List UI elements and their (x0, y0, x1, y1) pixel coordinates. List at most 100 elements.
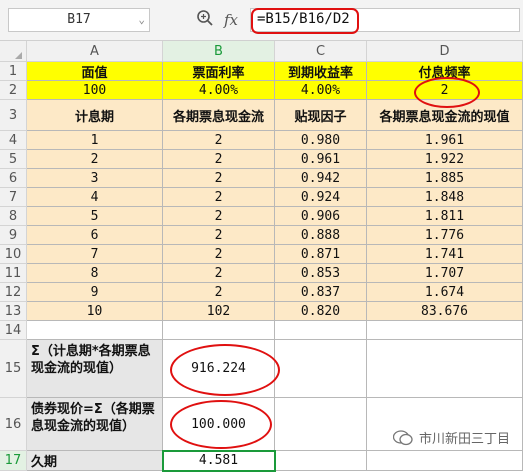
cell-r14-c1[interactable] (163, 321, 275, 340)
row-header-17[interactable]: 17 (0, 451, 27, 471)
cell-r13-c0[interactable]: 10 (27, 302, 163, 321)
column-header-a-text: A (90, 43, 99, 59)
row-header-16[interactable]: 16 (0, 398, 27, 451)
row-header-7-text: 7 (8, 189, 18, 205)
row-header-13[interactable]: 13 (0, 302, 27, 321)
cell-r5-c0[interactable]: 2 (27, 150, 163, 169)
annotation-circle-b15 (170, 344, 280, 396)
row-header-6[interactable]: 6 (0, 169, 27, 188)
column-header-d[interactable]: D (367, 41, 523, 62)
cell-r11-c3[interactable]: 1.707 (367, 264, 523, 283)
cell-r4-c2[interactable]: 0.980 (275, 131, 367, 150)
cell-r7-c2[interactable]: 0.924 (275, 188, 367, 207)
cell-r3-c3-text: 各期票息现金流的现值 (379, 109, 510, 125)
cell-r14-c3[interactable] (367, 321, 523, 340)
cell-r6-c2[interactable]: 0.942 (275, 169, 367, 188)
chevron-down-icon[interactable]: ⌄ (138, 9, 145, 31)
cell-r9-c1[interactable]: 2 (163, 226, 275, 245)
cell-r11-c0[interactable]: 8 (27, 264, 163, 283)
watermark-text: 市川新田三丁目 (419, 432, 511, 447)
row-header-15[interactable]: 15 (0, 340, 27, 398)
cell-r13-c1-text: 102 (206, 303, 231, 319)
cell-r2-c2[interactable]: 4.00% (275, 81, 367, 100)
cell-r11-c2[interactable]: 0.853 (275, 264, 367, 283)
cell-r12-c1[interactable]: 2 (163, 283, 275, 302)
cell-r2-c0[interactable]: 100 (27, 81, 163, 100)
cell-r10-c3-text: 1.741 (424, 246, 465, 262)
cell-r17-label[interactable]: 久期 (27, 451, 163, 471)
cell-r10-c3[interactable]: 1.741 (367, 245, 523, 264)
cell-r15-label[interactable]: Σ（计息期*各期票息现金流的现值） (27, 340, 163, 398)
cell-r13-c2-text: 0.820 (300, 303, 341, 319)
cell-r6-c0[interactable]: 3 (27, 169, 163, 188)
wechat-icon (393, 429, 413, 445)
cell-r4-c3[interactable]: 1.961 (367, 131, 523, 150)
cell-r9-c0[interactable]: 6 (27, 226, 163, 245)
cell-r8-c2[interactable]: 0.906 (275, 207, 367, 226)
cell-r8-c1[interactable]: 2 (163, 207, 275, 226)
row-header-6-text: 6 (8, 170, 18, 186)
cell-r17-label-text: 久期 (31, 455, 58, 470)
row-header-3[interactable]: 3 (0, 100, 27, 131)
row-header-1[interactable]: 1 (0, 62, 27, 81)
cell-r3-c2[interactable]: 贴现因子 (275, 100, 367, 131)
cell-r9-c3[interactable]: 1.776 (367, 226, 523, 245)
cell-r17-d[interactable] (367, 451, 523, 471)
cell-r6-c3[interactable]: 1.885 (367, 169, 523, 188)
cell-r14-c0[interactable] (27, 321, 163, 340)
cell-r16-c[interactable] (275, 398, 367, 451)
cell-r7-c3[interactable]: 1.848 (367, 188, 523, 207)
row-header-2[interactable]: 2 (0, 81, 27, 100)
select-all-corner[interactable] (0, 41, 27, 62)
row-header-9[interactable]: 9 (0, 226, 27, 245)
row-header-11[interactable]: 11 (0, 264, 27, 283)
cell-r3-c0[interactable]: 计息期 (27, 100, 163, 131)
column-header-a[interactable]: A (27, 41, 163, 62)
cell-r12-c3[interactable]: 1.674 (367, 283, 523, 302)
cell-r5-c3[interactable]: 1.922 (367, 150, 523, 169)
name-box[interactable]: B17 ⌄ (8, 8, 150, 32)
row-header-10[interactable]: 10 (0, 245, 27, 264)
cell-r9-c2[interactable]: 0.888 (275, 226, 367, 245)
cell-r3-c1[interactable]: 各期票息现金流 (163, 100, 275, 131)
cell-r11-c1[interactable]: 2 (163, 264, 275, 283)
row-header-12[interactable]: 12 (0, 283, 27, 302)
cell-r12-c2[interactable]: 0.837 (275, 283, 367, 302)
cell-r10-c1[interactable]: 2 (163, 245, 275, 264)
cell-r10-c2[interactable]: 0.871 (275, 245, 367, 264)
cell-r13-c3[interactable]: 83.676 (367, 302, 523, 321)
column-header-b[interactable]: B (163, 41, 275, 62)
row-header-8[interactable]: 8 (0, 207, 27, 226)
cell-r2-c1[interactable]: 4.00% (163, 81, 275, 100)
cell-r1-c1[interactable]: 票面利率 (163, 62, 275, 81)
cell-r4-c1[interactable]: 2 (163, 131, 275, 150)
row-header-4-text: 4 (8, 132, 18, 148)
cell-r1-c0[interactable]: 面值 (27, 62, 163, 81)
cell-r12-c0[interactable]: 9 (27, 283, 163, 302)
cell-r13-c1[interactable]: 102 (163, 302, 275, 321)
cell-r6-c1[interactable]: 2 (163, 169, 275, 188)
row-header-4[interactable]: 4 (0, 131, 27, 150)
cell-r8-c3[interactable]: 1.811 (367, 207, 523, 226)
cell-r7-c0[interactable]: 4 (27, 188, 163, 207)
cell-r8-c0[interactable]: 5 (27, 207, 163, 226)
row-header-7[interactable]: 7 (0, 188, 27, 207)
cell-r17-c[interactable] (275, 451, 367, 471)
cell-r7-c1[interactable]: 2 (163, 188, 275, 207)
row-header-5[interactable]: 5 (0, 150, 27, 169)
cell-r4-c0[interactable]: 1 (27, 131, 163, 150)
zoom-search-icon[interactable] (196, 9, 214, 31)
row-header-14[interactable]: 14 (0, 321, 27, 340)
cell-r14-c2[interactable] (275, 321, 367, 340)
cell-r15-c[interactable] (275, 340, 367, 398)
cell-r1-c2[interactable]: 到期收益率 (275, 62, 367, 81)
cell-r16-label[interactable]: 债券现价=Σ（各期票息现金流的现值） (27, 398, 163, 451)
cell-r10-c0[interactable]: 7 (27, 245, 163, 264)
fx-icon[interactable]: fx (224, 11, 238, 29)
cell-r5-c2[interactable]: 0.961 (275, 150, 367, 169)
column-header-c[interactable]: C (275, 41, 367, 62)
cell-r17-value[interactable]: 4.581 (163, 451, 275, 471)
cell-r15-d[interactable] (367, 340, 523, 398)
cell-r13-c2[interactable]: 0.820 (275, 302, 367, 321)
cell-r5-c1[interactable]: 2 (163, 150, 275, 169)
